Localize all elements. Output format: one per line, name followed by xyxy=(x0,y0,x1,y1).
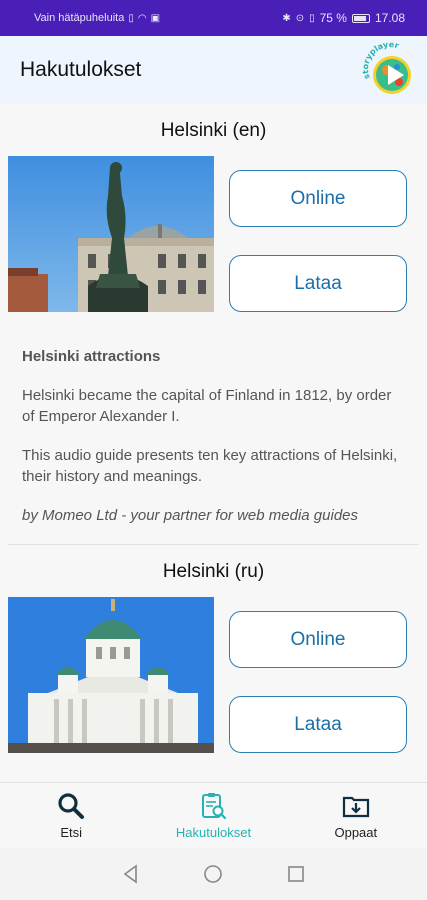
sim-icon: ▯ xyxy=(128,12,134,24)
search-icon xyxy=(58,793,85,819)
download-button[interactable]: Lataa xyxy=(229,255,407,312)
bluetooth-icon: ✱ xyxy=(282,12,291,24)
system-navigation-bar xyxy=(0,848,427,900)
status-bar: Vain hätäpuheluita ▯ ◠ ▣ ✱ ⊙ ▯ 75 % 17.0… xyxy=(0,0,427,36)
download-button[interactable]: Lataa xyxy=(229,696,407,753)
back-button[interactable] xyxy=(116,859,146,889)
online-button[interactable]: Online xyxy=(229,611,407,668)
nav-label: Hakutulokset xyxy=(175,825,252,840)
bottom-navigation: Etsi Hakutulokset Oppaat xyxy=(0,782,427,848)
app-bar: Hakutulokset storyplayer xyxy=(0,36,427,104)
home-button[interactable] xyxy=(198,859,228,889)
guide-image-statue[interactable] xyxy=(8,156,214,312)
clock: 17.08 xyxy=(374,11,405,25)
notification-icon: ▣ xyxy=(150,12,161,24)
search-results-icon xyxy=(202,793,227,820)
nav-item-oppaat[interactable]: Oppaat xyxy=(285,783,427,848)
battery-percent: 75 % xyxy=(319,11,347,25)
recents-icon xyxy=(288,866,304,882)
description-paragraph: Helsinki became the capital of Finland i… xyxy=(22,387,392,425)
guide-title: Helsinki (en) xyxy=(160,120,267,141)
online-button[interactable]: Online xyxy=(229,170,407,227)
nav-item-etsi[interactable]: Etsi xyxy=(0,783,142,848)
back-icon xyxy=(123,864,137,884)
description-paragraph: This audio guide presents ten key attrac… xyxy=(22,447,398,485)
wifi-icon: ◠ xyxy=(137,12,147,24)
nav-label: Oppaat xyxy=(334,825,378,840)
description-credit: by Momeo Ltd - your partner for web medi… xyxy=(22,507,358,524)
nav-item-hakutulokset[interactable]: Hakutulokset xyxy=(142,783,284,848)
battery-icon xyxy=(351,13,370,23)
description-title: Helsinki attractions xyxy=(22,348,161,365)
status-text: Vain hätäpuheluita xyxy=(34,12,125,24)
guide-card: Helsinki (ru) Online Lataa xyxy=(0,545,427,757)
guide-card: Helsinki (en) Online Lataa Helsinki attr… xyxy=(0,104,427,545)
vibrate-icon: ▯ xyxy=(309,12,315,24)
home-icon xyxy=(204,865,223,883)
guide-title: Helsinki (ru) xyxy=(162,561,265,582)
recents-button[interactable] xyxy=(281,859,311,889)
nav-label: Etsi xyxy=(60,825,82,840)
guide-description: Helsinki attractions Helsinki became the… xyxy=(0,316,427,526)
page-title: Hakutulokset xyxy=(20,58,142,81)
guide-image-cathedral[interactable] xyxy=(8,597,214,753)
download-folder-icon xyxy=(342,796,369,818)
storyplayer-logo[interactable]: storyplayer xyxy=(361,42,419,100)
location-icon: ⊙ xyxy=(295,12,305,24)
search-results-list[interactable]: Helsinki (en) Online Lataa Helsinki attr… xyxy=(0,104,427,782)
